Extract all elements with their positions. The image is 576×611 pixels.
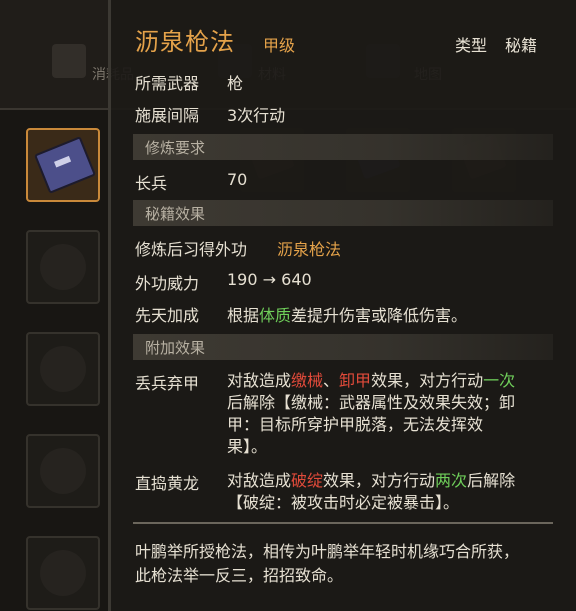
power-from: 190 [227,270,258,289]
power-to: 640 [281,270,312,289]
section-effect-title: 秘籍效果 [145,205,206,223]
innate-highlight: 体质 [259,306,292,325]
flask-icon[interactable] [52,44,86,78]
section-requirement-title: 修炼要求 [145,139,206,157]
tooltip-divider [133,522,553,524]
power-value: 190 → 640 [227,270,312,289]
learn-value: 沥泉枪法 [277,240,342,259]
learn-label: 修炼后习得外功 [135,240,248,259]
weapon-label: 所需武器 [135,74,200,93]
innate-label: 先天加成 [135,306,200,325]
extra-1-desc: 对敌造成缴械、卸甲效果，对方行动一次 后解除【缴械：武器属性及效果失效；卸 甲：… [227,371,516,456]
item-grade: 甲级 [263,36,296,55]
innate-text: 根据体质差提升伤害或降低伤害。 [227,306,468,325]
interval-label: 施展间隔 [135,106,200,125]
section-extra-title: 附加效果 [145,339,206,357]
item-title: 沥泉枪法 [135,28,235,56]
extra-1-label: 丢兵弃甲 [135,374,200,393]
item-slot[interactable] [26,332,100,406]
requirement-label: 长兵 [135,174,168,193]
item-slot-selected[interactable] [26,128,100,202]
item-slot[interactable] [26,434,100,508]
type-value: 秘籍 [505,36,538,55]
section-requirement: 修炼要求 [133,134,553,160]
flavor-text: 叶鹏举所授枪法，相传为叶鹏举年轻时机缘巧合所获， 此枪法举一反三，招招致命。 [135,542,520,585]
arrow-icon: → [262,270,277,289]
requirement-value: 70 [227,170,248,189]
type-label: 类型 [455,36,488,55]
weapon-value: 枪 [227,74,244,93]
book-icon [33,136,97,194]
item-slot[interactable] [26,536,100,610]
extra-2-desc: 对敌造成破绽效果，对方行动两次后解除 【破绽：被攻击时必定被暴击】。 [227,471,516,512]
item-slot[interactable] [26,230,100,304]
section-extra: 附加效果 [133,334,553,360]
interval-value: 3次行动 [227,106,286,125]
item-tooltip: 沥泉枪法 甲级 类型 秘籍 所需武器 枪 施展间隔 3次行动 修炼要求 长兵 7… [108,0,576,611]
power-label: 外功威力 [135,274,200,293]
extra-2-label: 直捣黄龙 [135,474,200,493]
section-effect: 秘籍效果 [133,200,553,226]
